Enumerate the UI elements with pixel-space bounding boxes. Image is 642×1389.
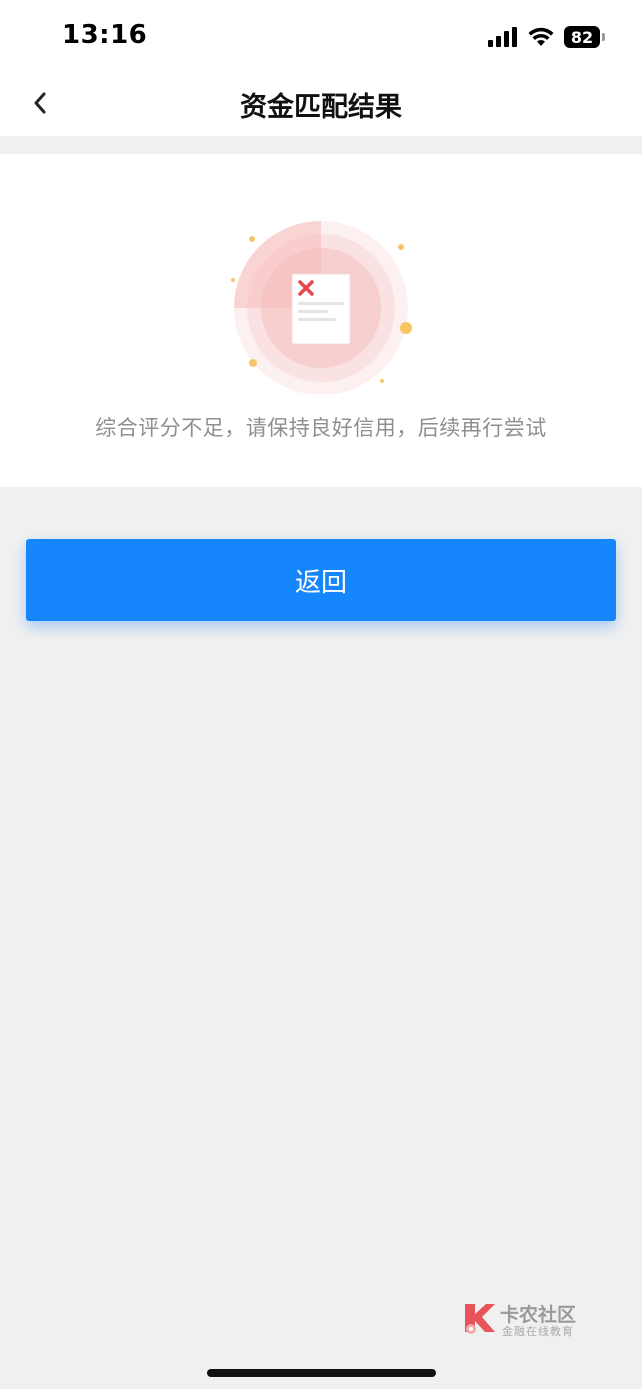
document-rejected-icon: [231, 221, 412, 395]
status-time: 13:16: [62, 20, 148, 50]
return-button[interactable]: 返回: [26, 539, 616, 621]
status-icons: 82: [488, 24, 605, 50]
home-indicator: [207, 1369, 436, 1377]
status-bar: 13:16 82: [0, 0, 642, 70]
battery-icon: 82: [564, 26, 605, 48]
wifi-icon: [528, 27, 554, 46]
battery-level: 82: [570, 27, 594, 47]
cellular-signal-icon: [488, 27, 517, 47]
illustration: [225, 214, 420, 395]
result-card: 综合评分不足，请保持良好信用，后续再行尝试: [0, 154, 642, 487]
watermark: 卡农社区 金融在线教育: [462, 1300, 587, 1340]
nav-bar: 资金匹配结果: [0, 70, 642, 136]
page-title: 资金匹配结果: [240, 92, 402, 123]
watermark-subtitle: 金融在线教育: [502, 1325, 574, 1338]
kanong-logo-icon: [465, 1304, 495, 1334]
result-message: 综合评分不足，请保持良好信用，后续再行尝试: [95, 416, 547, 440]
